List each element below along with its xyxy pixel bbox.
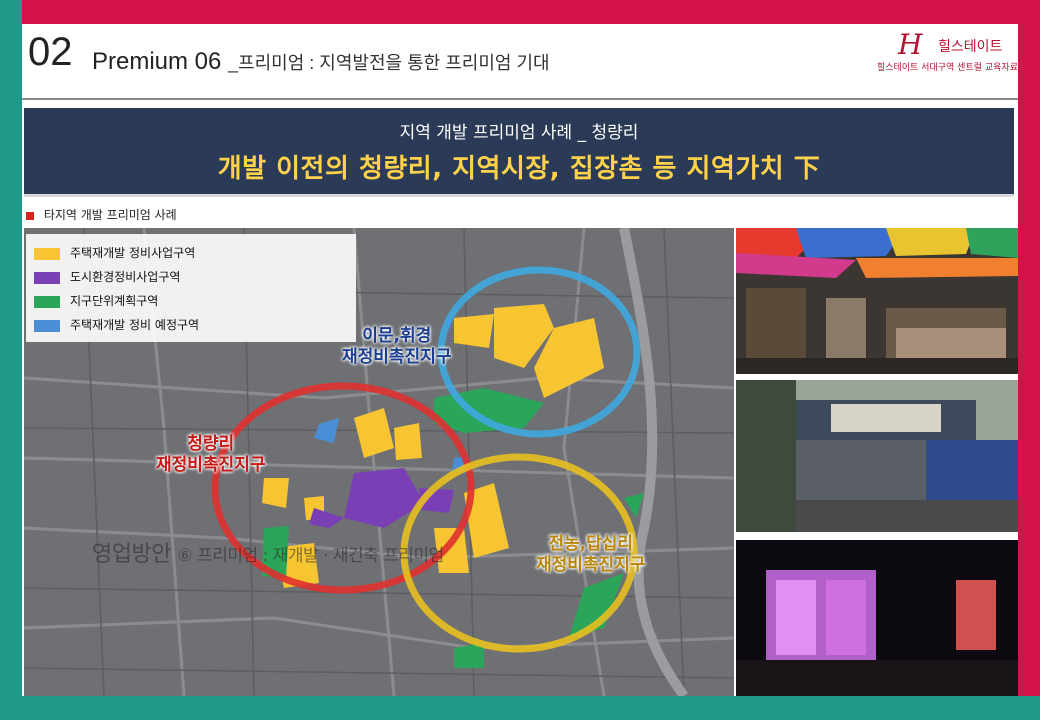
left-border <box>0 0 22 720</box>
market-entrance-image <box>736 380 1018 532</box>
market-entrance-photo <box>736 380 1018 532</box>
legend-item-planned-redevelopment: 주택재개발 정비 예정구역 <box>34 316 199 334</box>
night-street-image <box>736 540 1018 696</box>
legend-label: 도시환경정비사업구역 <box>70 270 181 284</box>
legend-swatch <box>34 247 60 260</box>
district-label-imun-hwigyeong: 이문,휘경 재정비촉진지구 <box>342 326 451 369</box>
watermark-main: 영업방안 <box>92 542 171 567</box>
bullet-square-icon <box>26 211 34 220</box>
logo-subtitle: 힐스테이트 서대구역 센트럴 교육자료 <box>876 63 1018 73</box>
legend-swatch <box>34 295 60 308</box>
district-type: 재정비촉진지구 <box>342 347 452 368</box>
market-photo <box>736 228 1018 374</box>
section-label: 타지역 개발 프리미엄 사례 <box>26 206 177 224</box>
title-subtitle: _프리미엄 : 지역발전을 통한 프리미엄 기대 <box>228 53 550 73</box>
legend-swatch <box>34 319 60 332</box>
page-title: Premium 06 _프리미엄 : 지역발전을 통한 프리미엄 기대 <box>92 48 550 76</box>
legend-item-district-unit: 지구단위계획구역 <box>34 292 158 310</box>
title-main: Premium 06 <box>92 48 222 75</box>
bottom-border <box>0 696 1040 720</box>
district-label-jeonnong-dapsimni: 전농,답십리 재정비촉진지구 <box>536 534 645 577</box>
slide-card: 02 Premium 06 _프리미엄 : 지역발전을 통한 프리미엄 기대 H… <box>22 24 1018 696</box>
section-number: 02 <box>28 30 73 74</box>
slide-header: 02 Premium 06 _프리미엄 : 지역발전을 통한 프리미엄 기대 H… <box>22 24 1018 102</box>
watermark-sub: ⑥ 프리미엄 : 재개발 · 재건축 프리미엄 <box>177 546 444 566</box>
section-label-text: 타지역 개발 프리미엄 사례 <box>43 208 177 222</box>
banner-heading: 개발 이전의 청량리, 지역시장, 집장촌 등 지역가치 下 <box>217 154 821 184</box>
market-umbrella-image <box>736 228 1018 374</box>
district-name: 이문,휘경 <box>362 326 432 346</box>
logo-text: 힐스테이트 <box>938 39 1003 55</box>
logo-mark-icon: H <box>898 28 923 61</box>
legend-label: 주택재개발 정비사업구역 <box>70 246 196 260</box>
district-name: 전농,답십리 <box>548 534 634 554</box>
legend-item-housing-redevelopment: 주택재개발 정비사업구역 <box>34 244 195 262</box>
legend-label: 주택재개발 정비 예정구역 <box>70 318 200 332</box>
header-divider <box>22 98 1018 100</box>
legend-label: 지구단위계획구역 <box>70 294 159 308</box>
map-legend: 주택재개발 정비사업구역 도시환경정비사업구역 지구단위계획구역 주택재개발 정… <box>26 234 356 342</box>
legend-swatch <box>34 271 60 284</box>
brand-logo: H 힐스테이트 <box>864 28 1014 62</box>
legend-item-urban-environment: 도시환경정비사업구역 <box>34 268 180 286</box>
district-type: 재정비촉진지구 <box>156 455 266 476</box>
night-street-photo <box>736 540 1018 696</box>
banner-subheading: 지역 개발 프리미엄 사례 _ 청량리 <box>399 123 639 143</box>
district-map: 주택재개발 정비사업구역 도시환경정비사업구역 지구단위계획구역 주택재개발 정… <box>24 228 734 696</box>
photo-column <box>736 228 1018 696</box>
district-type: 재정비촉진지구 <box>536 555 646 576</box>
district-label-cheongnyangni: 청량리 재정비촉진지구 <box>156 434 265 477</box>
title-banner: 지역 개발 프리미엄 사례 _ 청량리 개발 이전의 청량리, 지역시장, 집장… <box>24 108 1014 197</box>
district-name: 청량리 <box>187 434 235 454</box>
slide-frame: 02 Premium 06 _프리미엄 : 지역발전을 통한 프리미엄 기대 H… <box>0 0 1040 720</box>
watermark-text: 영업방안 ⑥ 프리미엄 : 재개발 · 재건축 프리미엄 <box>92 536 444 568</box>
right-border <box>1018 0 1040 720</box>
